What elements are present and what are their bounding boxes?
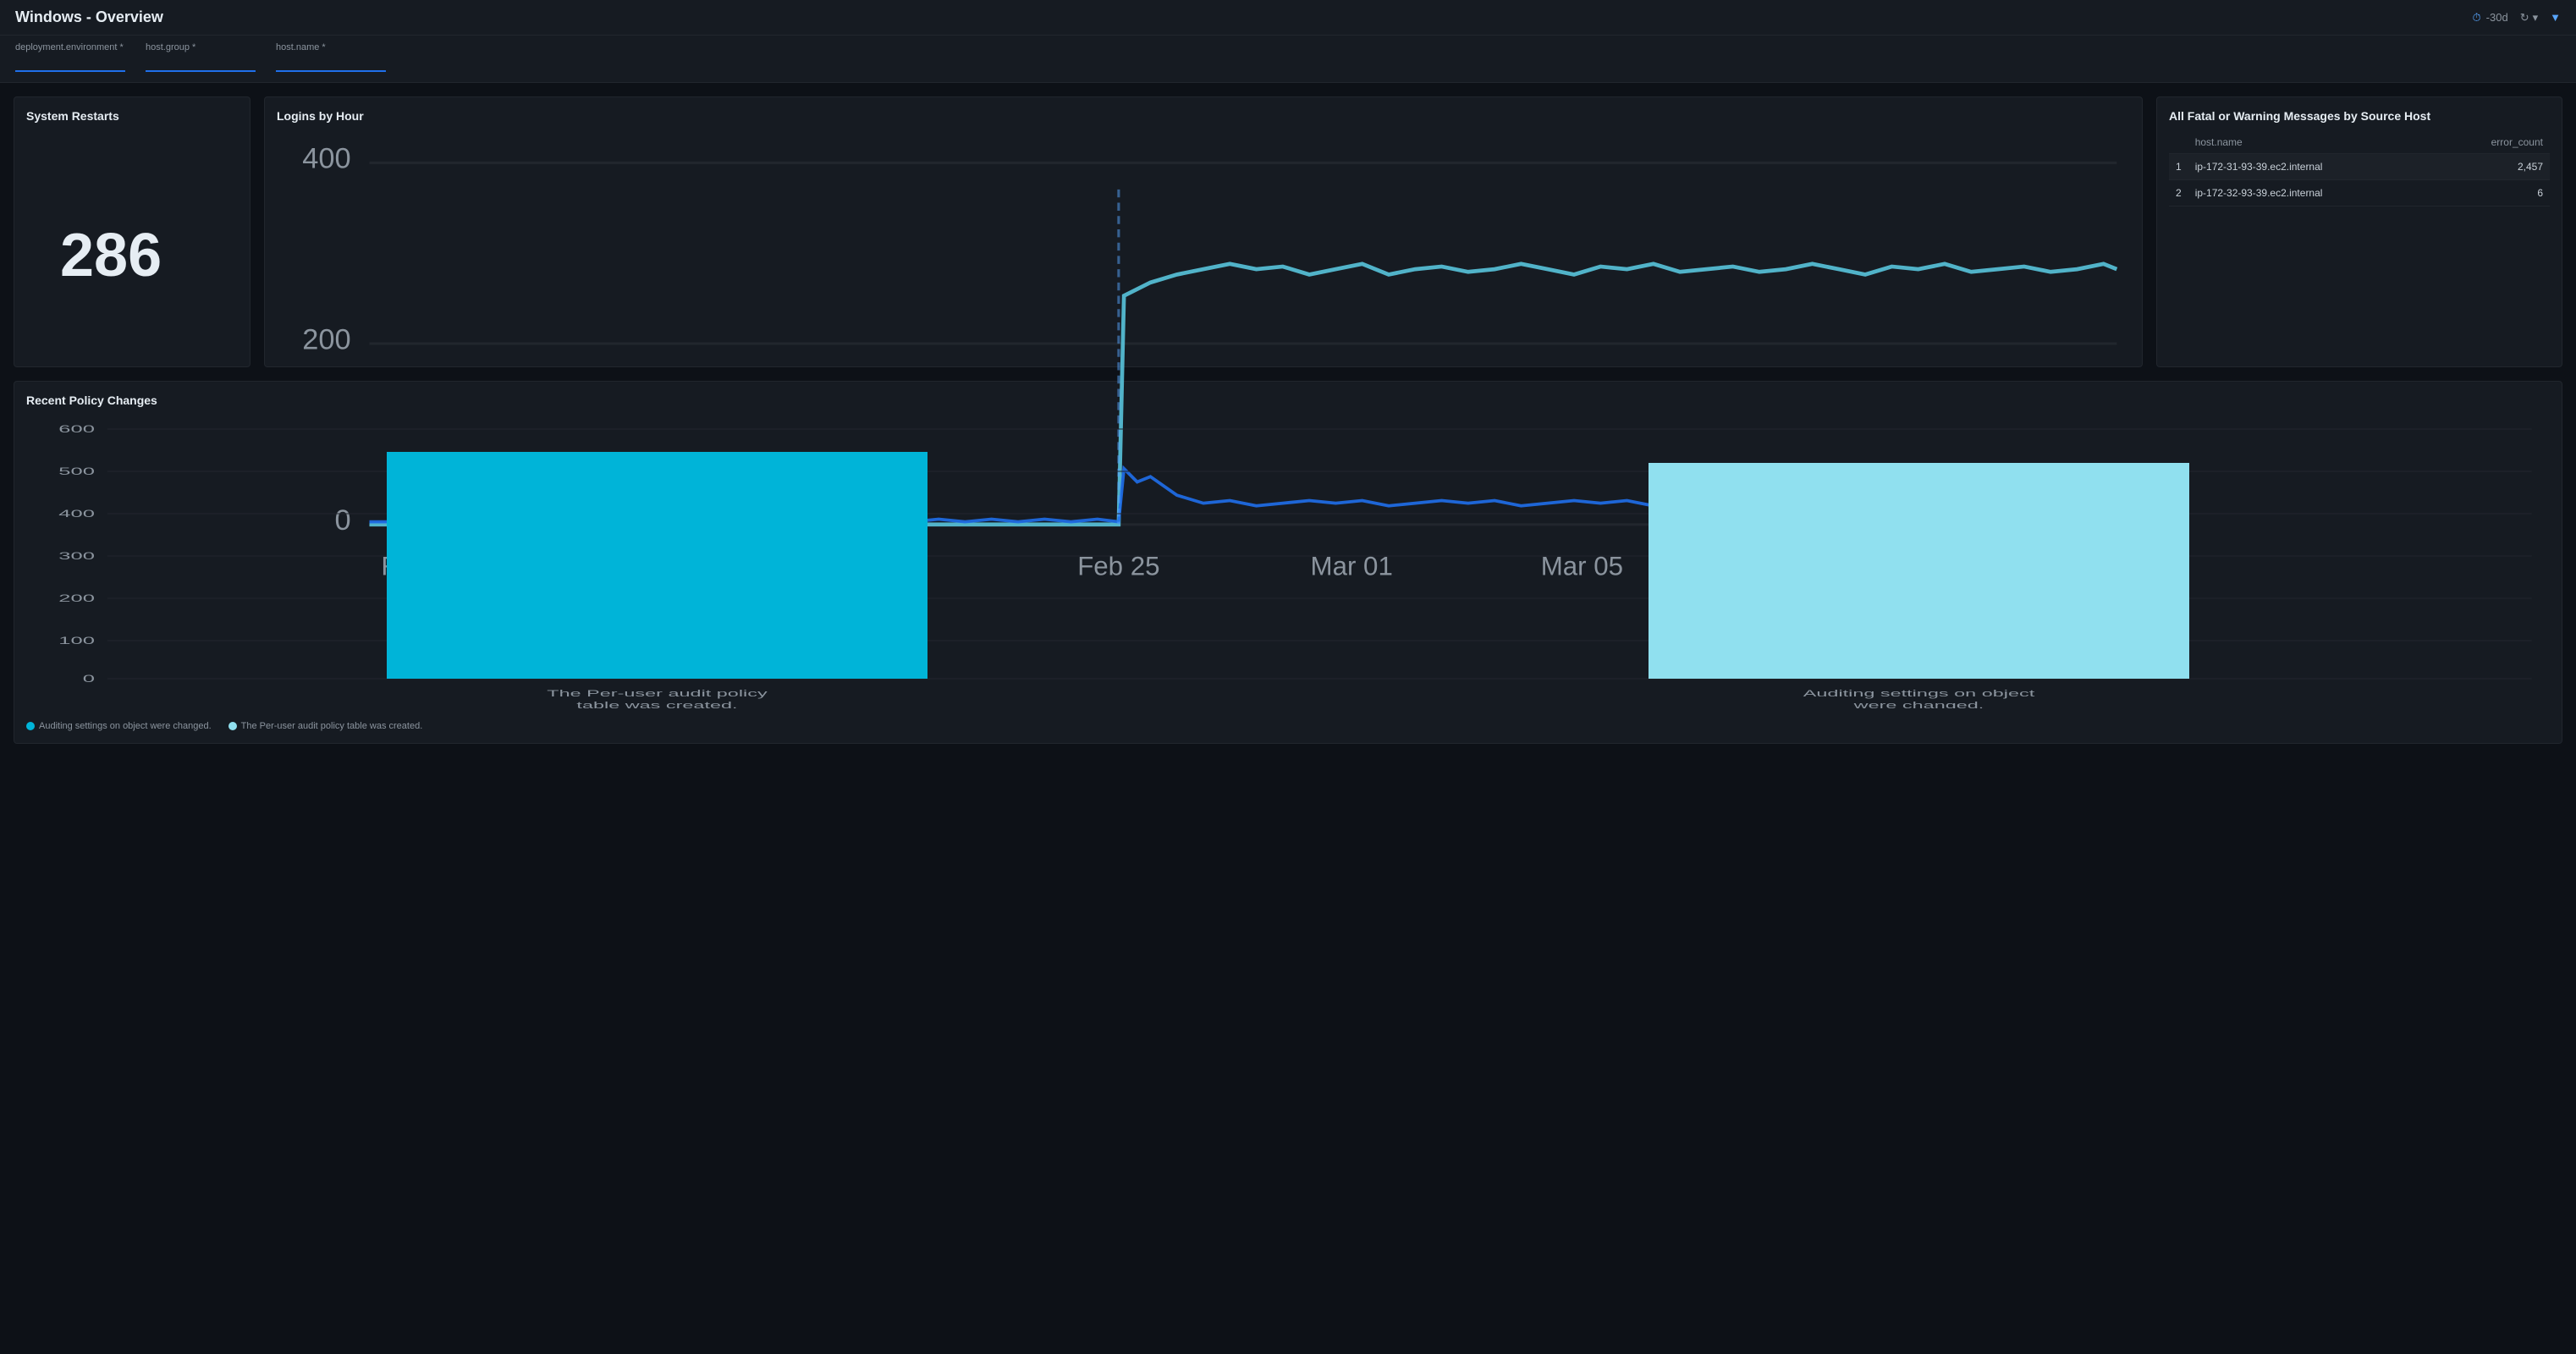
system-restarts-title: System Restarts bbox=[26, 109, 119, 123]
filter-deployment-label: deployment.environment * bbox=[15, 42, 125, 52]
legend-per-user: The Per-user audit policy table was crea… bbox=[228, 721, 423, 731]
svg-text:400: 400 bbox=[58, 509, 95, 520]
svg-text:400: 400 bbox=[302, 143, 350, 175]
filter-deployment-environment: deployment.environment * bbox=[15, 42, 125, 72]
svg-text:Auditing settings on object: Auditing settings on object bbox=[1803, 688, 2034, 699]
col-num-header bbox=[2169, 131, 2188, 154]
per-user-label: The Per-user audit policy table was crea… bbox=[241, 721, 423, 731]
clock-icon: ⏱ bbox=[2473, 11, 2481, 25]
error-count-cell: 2,457 bbox=[2436, 154, 2550, 180]
svg-text:100: 100 bbox=[58, 636, 95, 647]
svg-text:table was created.: table was created. bbox=[576, 700, 737, 708]
auditing-dot bbox=[26, 722, 35, 730]
svg-text:were changed.: were changed. bbox=[1852, 700, 1984, 708]
header: Windows - Overview ⏱ -30d ↻ ▾ ▼ bbox=[0, 0, 2576, 36]
filter-host-name-label: host.name * bbox=[276, 42, 386, 52]
refresh-icon: ↻ bbox=[2520, 11, 2529, 25]
fatal-table: host.name error_count 1 ip-172-31-93-39.… bbox=[2169, 131, 2550, 206]
bar-chart-legend: Auditing settings on object were changed… bbox=[26, 721, 2550, 731]
fatal-title: All Fatal or Warning Messages by Source … bbox=[2169, 109, 2550, 123]
svg-text:200: 200 bbox=[58, 593, 95, 604]
auditing-label: Auditing settings on object were changed… bbox=[39, 721, 212, 731]
main-content: System Restarts 286 Logins by Hour 400 2… bbox=[0, 83, 2576, 757]
filters-bar: deployment.environment * host.group * ho… bbox=[0, 36, 2576, 83]
table-row: 2 ip-172-32-93-39.ec2.internal 6 bbox=[2169, 180, 2550, 206]
page-title: Windows - Overview bbox=[15, 8, 163, 26]
filter-host-name: host.name * bbox=[276, 42, 386, 72]
bar-1 bbox=[387, 452, 927, 679]
bar-chart-svg: 600 500 400 300 200 100 0 bbox=[26, 421, 2550, 708]
time-range-control[interactable]: ⏱ -30d bbox=[2473, 11, 2508, 25]
svg-text:500: 500 bbox=[58, 466, 95, 477]
svg-text:0: 0 bbox=[83, 674, 95, 685]
filter-deployment-input[interactable] bbox=[15, 54, 125, 72]
col-host-header: host.name bbox=[2188, 131, 2436, 154]
row-num: 1 bbox=[2169, 154, 2188, 180]
filter-icon[interactable]: ▼ bbox=[2550, 11, 2561, 24]
refresh-dropdown-icon: ▾ bbox=[2533, 11, 2539, 25]
error-count-cell: 6 bbox=[2436, 180, 2550, 206]
recent-policy-panel: Recent Policy Changes 600 500 400 300 20… bbox=[14, 381, 2562, 744]
header-controls: ⏱ -30d ↻ ▾ ▼ bbox=[2473, 11, 2561, 25]
host-name-cell: ip-172-32-93-39.ec2.internal bbox=[2188, 180, 2436, 206]
host-name-cell: ip-172-31-93-39.ec2.internal bbox=[2188, 154, 2436, 180]
system-restarts-value: 286 bbox=[26, 195, 162, 290]
time-range-value: -30d bbox=[2486, 11, 2508, 24]
row-num: 2 bbox=[2169, 180, 2188, 206]
svg-text:600: 600 bbox=[58, 424, 95, 435]
bar-2 bbox=[1649, 463, 2189, 679]
top-row: System Restarts 286 Logins by Hour 400 2… bbox=[14, 96, 2562, 367]
filter-host-group: host.group * bbox=[146, 42, 256, 72]
svg-text:200: 200 bbox=[302, 323, 350, 355]
filter-host-group-input[interactable] bbox=[146, 54, 256, 72]
logins-title: Logins by Hour bbox=[277, 109, 2130, 123]
filter-host-group-label: host.group * bbox=[146, 42, 256, 52]
refresh-control[interactable]: ↻ ▾ bbox=[2520, 11, 2538, 25]
bottom-row: Recent Policy Changes 600 500 400 300 20… bbox=[14, 381, 2562, 744]
svg-text:The Per-user audit policy: The Per-user audit policy bbox=[547, 688, 768, 699]
system-restarts-panel: System Restarts 286 bbox=[14, 96, 250, 367]
fatal-panel: All Fatal or Warning Messages by Source … bbox=[2156, 96, 2562, 367]
bar-chart-container: 600 500 400 300 200 100 0 bbox=[26, 421, 2550, 711]
filter-host-name-input[interactable] bbox=[276, 54, 386, 72]
table-row: 1 ip-172-31-93-39.ec2.internal 2,457 bbox=[2169, 154, 2550, 180]
col-count-header: error_count bbox=[2436, 131, 2550, 154]
logins-panel: Logins by Hour 400 200 0 Feb 13 Feb 17 F… bbox=[264, 96, 2143, 367]
svg-text:300: 300 bbox=[58, 551, 95, 562]
per-user-dot bbox=[228, 722, 237, 730]
legend-auditing: Auditing settings on object were changed… bbox=[26, 721, 212, 731]
